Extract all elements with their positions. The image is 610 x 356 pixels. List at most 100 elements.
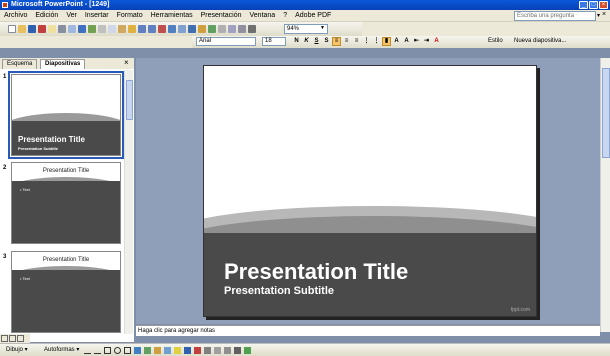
table-icon[interactable] bbox=[168, 25, 176, 33]
menu-archivo[interactable]: Archivo bbox=[4, 12, 27, 19]
menu-herramientas[interactable]: Herramientas bbox=[151, 12, 193, 19]
indent-decrease-icon[interactable]: ⇤ bbox=[412, 37, 421, 46]
textbox-icon[interactable] bbox=[124, 347, 131, 354]
scroll-thumb[interactable] bbox=[602, 68, 610, 158]
oval-icon[interactable] bbox=[114, 347, 121, 354]
align-left-button[interactable]: ≡ bbox=[332, 37, 341, 46]
menu-insertar[interactable]: Insertar bbox=[85, 12, 109, 19]
pane-tabs: Esquema Diapositivas × bbox=[0, 58, 134, 69]
increase-font-icon[interactable]: A bbox=[392, 37, 401, 46]
close-pane-button[interactable]: × bbox=[124, 58, 129, 67]
paste-icon[interactable] bbox=[118, 25, 126, 33]
expand-icon[interactable] bbox=[218, 25, 226, 33]
diagram-icon[interactable] bbox=[144, 347, 151, 354]
slide-title[interactable]: Presentation Title bbox=[224, 259, 408, 285]
underline-button[interactable]: S bbox=[312, 37, 321, 46]
autoshapes-button[interactable]: Autoformas ▾ bbox=[44, 346, 79, 353]
3d-style-icon[interactable] bbox=[244, 347, 251, 354]
window-title: Microsoft PowerPoint - [1249] bbox=[11, 1, 110, 8]
undo-icon[interactable] bbox=[138, 25, 146, 33]
slideshow-view-icon[interactable] bbox=[17, 335, 24, 342]
font-size-select[interactable]: 18 bbox=[262, 37, 286, 46]
redo-icon[interactable] bbox=[148, 25, 156, 33]
slide-thumbnail-2[interactable]: Presentation Title • Text bbox=[11, 162, 121, 244]
email-icon[interactable] bbox=[48, 25, 56, 33]
maximize-button[interactable]: □ bbox=[589, 1, 598, 9]
notes-pane[interactable]: Haga clic para agregar notas bbox=[136, 325, 600, 336]
clipart-icon[interactable] bbox=[154, 347, 161, 354]
wordart-icon[interactable] bbox=[134, 347, 141, 354]
design-button[interactable]: Estilo bbox=[488, 37, 503, 46]
line-color-icon[interactable] bbox=[184, 347, 191, 354]
spelling-icon[interactable] bbox=[78, 25, 86, 33]
arrow-style-icon[interactable] bbox=[224, 347, 231, 354]
copy-icon[interactable] bbox=[108, 25, 116, 33]
bold-button[interactable]: N bbox=[292, 37, 301, 46]
help-search-input[interactable]: Escriba una pregunta bbox=[514, 11, 596, 21]
chart-icon[interactable] bbox=[158, 25, 166, 33]
shadow-button[interactable]: S bbox=[322, 37, 331, 46]
new-slide-button[interactable]: Nueva diapositiva... bbox=[514, 37, 566, 46]
chevron-down-icon[interactable]: ▾ bbox=[597, 12, 600, 19]
research-icon[interactable] bbox=[88, 25, 96, 33]
font-color-icon[interactable]: A bbox=[432, 37, 441, 46]
dash-style-icon[interactable] bbox=[214, 347, 221, 354]
minimize-button[interactable]: _ bbox=[579, 1, 588, 9]
permission-icon[interactable] bbox=[38, 25, 46, 33]
tables-borders-icon[interactable] bbox=[178, 25, 186, 33]
menu-presentacion[interactable]: Presentación bbox=[201, 12, 242, 19]
menu-adobe-pdf[interactable]: Adobe PDF bbox=[295, 12, 331, 19]
editor-scrollbar[interactable] bbox=[600, 58, 610, 332]
preview-icon[interactable] bbox=[68, 25, 76, 33]
chevron-down-icon[interactable]: ▼ bbox=[320, 25, 325, 31]
save-icon[interactable] bbox=[28, 25, 36, 33]
slide-thumbnail-3[interactable]: Presentation Title • Text bbox=[11, 251, 121, 333]
decrease-font-icon[interactable]: A bbox=[402, 37, 411, 46]
italic-button[interactable]: K bbox=[302, 37, 311, 46]
grayscale-icon[interactable] bbox=[248, 25, 256, 33]
title-bar: Microsoft PowerPoint - [1249] _ □ × bbox=[0, 0, 610, 10]
rectangle-icon[interactable] bbox=[104, 347, 111, 354]
show-formatting-icon[interactable] bbox=[228, 25, 236, 33]
tab-esquema[interactable]: Esquema bbox=[2, 59, 38, 69]
numbering-button[interactable]: ⋮ bbox=[362, 37, 371, 46]
menu-edicion[interactable]: Edición bbox=[35, 12, 58, 19]
scroll-thumb[interactable] bbox=[126, 80, 133, 120]
current-slide[interactable]: Presentation Title Presentation Subtitle… bbox=[203, 65, 537, 317]
insert-table-icon[interactable] bbox=[188, 25, 196, 33]
pane-scrollbar[interactable] bbox=[124, 70, 133, 334]
slide-thumbnail-1[interactable]: Presentation Title Presentation Subtitle bbox=[8, 71, 124, 159]
font-select[interactable]: Arial bbox=[196, 37, 256, 46]
close-button[interactable]: × bbox=[599, 1, 608, 9]
open-icon[interactable] bbox=[18, 25, 26, 33]
bullets-button[interactable]: ⋮ bbox=[372, 37, 381, 46]
print-icon[interactable] bbox=[58, 25, 66, 33]
tab-diapositivas[interactable]: Diapositivas bbox=[40, 59, 86, 69]
menu-help[interactable]: ? bbox=[283, 12, 287, 19]
line-style-icon[interactable] bbox=[204, 347, 211, 354]
highlight-button[interactable]: ▮ bbox=[382, 37, 391, 46]
menu-ver[interactable]: Ver bbox=[66, 12, 77, 19]
insert-image-icon[interactable] bbox=[208, 25, 216, 33]
line-icon[interactable] bbox=[84, 347, 91, 354]
cut-icon[interactable] bbox=[98, 25, 106, 33]
slide-subtitle[interactable]: Presentation Subtitle bbox=[224, 285, 334, 297]
picture-icon[interactable] bbox=[164, 347, 171, 354]
sorter-view-icon[interactable] bbox=[9, 335, 16, 342]
shadow-style-icon[interactable] bbox=[234, 347, 241, 354]
font-color-icon[interactable] bbox=[194, 347, 201, 354]
menu-formato[interactable]: Formato bbox=[117, 12, 143, 19]
normal-view-icon[interactable] bbox=[1, 335, 8, 342]
close-document-button[interactable]: × bbox=[602, 11, 606, 18]
indent-increase-icon[interactable]: ⇥ bbox=[422, 37, 431, 46]
align-center-button[interactable]: ≡ bbox=[342, 37, 351, 46]
align-right-button[interactable]: ≡ bbox=[352, 37, 361, 46]
arrow-icon[interactable] bbox=[94, 347, 101, 354]
insert-chart-icon[interactable] bbox=[198, 25, 206, 33]
fill-color-icon[interactable] bbox=[174, 347, 181, 354]
new-icon[interactable] bbox=[8, 25, 16, 33]
menu-ventana[interactable]: Ventana bbox=[250, 12, 276, 19]
grid-icon[interactable] bbox=[238, 25, 246, 33]
format-painter-icon[interactable] bbox=[128, 25, 136, 33]
draw-menu-button[interactable]: Dibujo ▾ bbox=[6, 346, 28, 353]
